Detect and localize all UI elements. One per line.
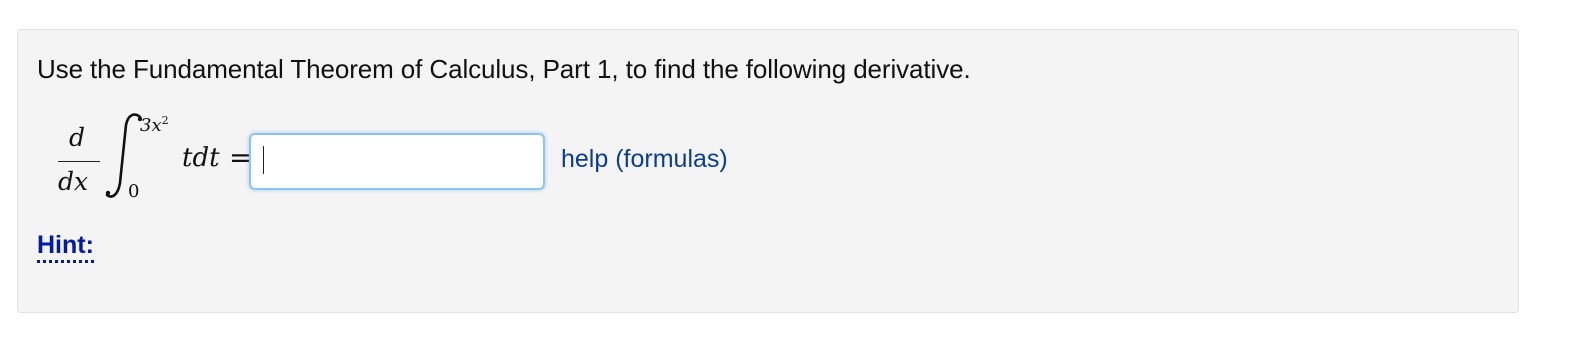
upper-limit-base: 3x <box>140 115 162 136</box>
upper-limit: 3x2 <box>140 114 169 136</box>
answer-input[interactable] <box>249 133 545 190</box>
derivative-numerator: d <box>69 123 86 152</box>
integrand: tdt <box>182 143 220 173</box>
derivative-denominator: dx <box>58 167 89 196</box>
problem-panel: Use the Fundamental Theorem of Calculus,… <box>17 29 1519 313</box>
lower-limit: 0 <box>128 181 140 202</box>
upper-limit-exponent: 2 <box>161 114 169 127</box>
help-formulas-link[interactable]: help (formulas) <box>561 145 728 174</box>
problem-prompt: Use the Fundamental Theorem of Calculus,… <box>37 54 971 84</box>
fraction-bar <box>58 161 100 162</box>
hint-link[interactable]: Hint: <box>37 233 94 263</box>
